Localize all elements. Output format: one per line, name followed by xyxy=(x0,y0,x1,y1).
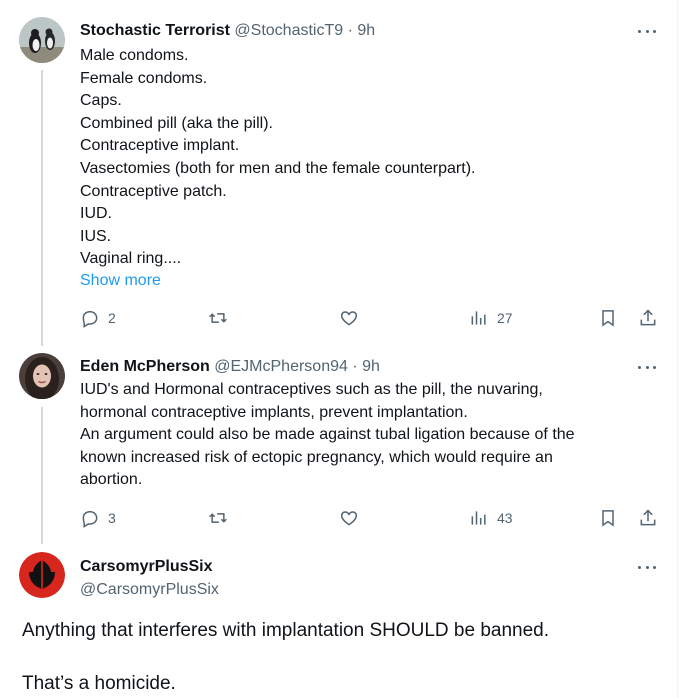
bookmark-icon xyxy=(602,510,614,527)
retweet-button[interactable] xyxy=(208,508,228,528)
tweet-line: Vaginal ring.... xyxy=(80,250,182,268)
bookmark-button[interactable] xyxy=(598,508,618,528)
display-name[interactable]: CarsomyrPlusSix xyxy=(80,557,213,577)
tweet-body: IUD's and Hormonal contraceptives such a… xyxy=(80,379,650,492)
reply-button[interactable]: 3 xyxy=(80,508,116,528)
tweet-line: Combined pill (aka the pill). xyxy=(80,114,273,132)
handle-and-time[interactable]: @EJMcPherson94 · 9h xyxy=(214,358,380,375)
share-icon xyxy=(640,509,656,526)
handle[interactable]: @CarsomyrPlusSix xyxy=(80,580,219,600)
like-button[interactable] xyxy=(339,508,359,528)
retweet-button[interactable] xyxy=(208,308,228,328)
tweet-line: Vasectomies (both for men and the female… xyxy=(80,159,476,177)
tweet-line: An argument could also be made against t… xyxy=(80,426,575,444)
display-name[interactable]: Eden McPherson xyxy=(80,358,210,375)
views-button[interactable]: 27 xyxy=(469,308,513,328)
retweet-icon xyxy=(209,313,227,323)
avatar-carsomyrplussix[interactable] xyxy=(19,552,65,598)
more-options-button[interactable] xyxy=(636,558,658,576)
share-icon xyxy=(640,309,656,326)
column-border xyxy=(677,0,678,698)
share-button[interactable] xyxy=(638,508,658,528)
tweet-line: hormonal contraceptive implants, prevent… xyxy=(80,403,468,421)
thread-line xyxy=(41,70,43,346)
share-button[interactable] xyxy=(638,308,658,328)
views-button[interactable]: 43 xyxy=(469,508,513,528)
show-more-link[interactable]: Show more xyxy=(80,271,161,291)
display-name[interactable]: Stochastic Terrorist xyxy=(80,22,230,39)
heart-icon xyxy=(340,311,358,326)
avatar-eden-mcpherson[interactable] xyxy=(19,353,65,399)
main-tweet-text-line: Anything that interferes with implantati… xyxy=(22,620,550,641)
reply-icon xyxy=(82,511,98,528)
more-options-button[interactable] xyxy=(636,358,658,376)
tweet-header: Eden McPherson @EJMcPherson94 · 9h xyxy=(80,357,380,377)
tweet-line: IUD's and Hormonal contraceptives such a… xyxy=(80,381,543,398)
heart-icon xyxy=(340,511,358,526)
analytics-icon xyxy=(471,311,486,325)
tweet-line: IUD. xyxy=(80,205,112,223)
tweet-line: Female condoms. xyxy=(80,69,208,87)
tweet-line: IUS. xyxy=(80,227,112,245)
avatar-stochastic-terrorist[interactable] xyxy=(19,17,65,63)
retweet-icon xyxy=(209,513,227,523)
bookmark-button[interactable] xyxy=(598,308,618,328)
reply-count: 3 xyxy=(108,510,116,526)
thread-line xyxy=(41,407,43,544)
reply-count: 2 xyxy=(108,310,116,326)
views-count: 43 xyxy=(497,510,513,526)
tweet-header: Stochastic Terrorist @StochasticT9 · 9h xyxy=(80,21,375,41)
bookmark-icon xyxy=(602,310,614,327)
analytics-icon xyxy=(471,511,486,525)
tweet-line: Caps. xyxy=(80,92,122,110)
views-count: 27 xyxy=(497,310,513,326)
like-button[interactable] xyxy=(339,308,359,328)
handle-and-time[interactable]: @StochasticT9 · 9h xyxy=(234,22,375,39)
tweet-line: Contraceptive implant. xyxy=(80,137,240,155)
reply-icon xyxy=(82,311,98,328)
more-options-button[interactable] xyxy=(636,22,658,40)
tweet-line: Contraceptive patch. xyxy=(80,182,227,200)
tweet-line: known increased risk of ectopic pregnanc… xyxy=(80,448,553,466)
tweet-line: abortion. xyxy=(80,471,143,489)
tweet-body: Male condoms. Female condoms. Caps. Comb… xyxy=(80,45,650,271)
reply-button[interactable]: 2 xyxy=(80,308,116,328)
main-tweet-text-line: That’s a homicide. xyxy=(22,673,176,694)
tweet-line: Male condoms. xyxy=(80,47,189,64)
